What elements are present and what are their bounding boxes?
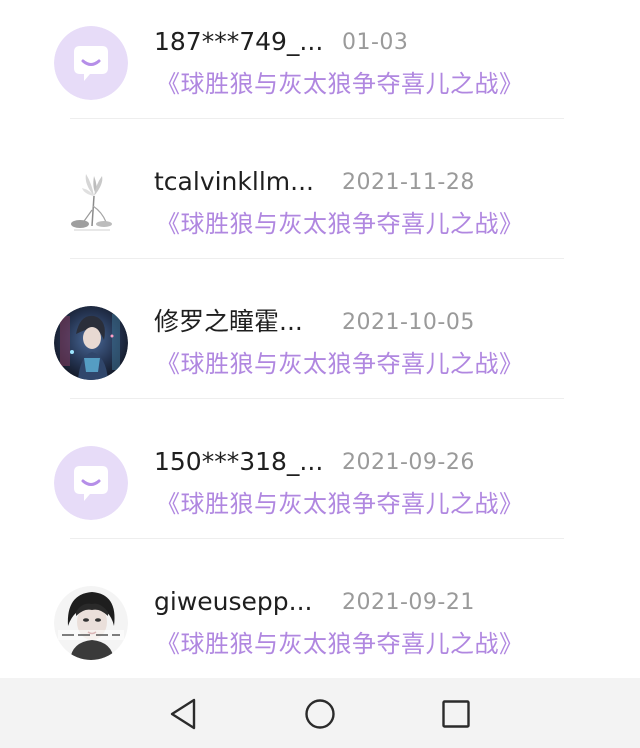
- list-item[interactable]: 187***749_... 01-03 《球胜狼与灰太狼争夺喜儿之战》: [0, 0, 640, 140]
- list-item[interactable]: tcalvinkllm... 2021-11-28 《球胜狼与灰太狼争夺喜儿之战…: [0, 140, 640, 280]
- comment-date: 2021-09-26: [342, 450, 475, 475]
- back-button[interactable]: [161, 692, 205, 736]
- avatar[interactable]: [54, 586, 128, 660]
- divider: [70, 398, 564, 399]
- commenter-name[interactable]: giweusepp...: [154, 586, 324, 618]
- home-button[interactable]: [298, 692, 342, 736]
- lotus-flower-avatar-icon: [54, 166, 128, 240]
- recents-button[interactable]: [434, 692, 478, 736]
- work-title-link[interactable]: 《球胜狼与灰太狼争夺喜儿之战》: [156, 66, 524, 102]
- comment-date: 01-03: [342, 30, 409, 55]
- list-item[interactable]: giweusepp... 2021-09-21 《球胜狼与灰太狼争夺喜儿之战》: [0, 560, 640, 678]
- default-chat-bubble-avatar-icon: [54, 26, 128, 100]
- comment-list-screen: 187***749_... 01-03 《球胜狼与灰太狼争夺喜儿之战》 tcal…: [0, 0, 640, 748]
- list-item[interactable]: 修罗之瞳霍... 2021-10-05 《球胜狼与灰太狼争夺喜儿之战》: [0, 280, 640, 420]
- commenter-name[interactable]: tcalvinkllm...: [154, 166, 324, 198]
- commenter-name[interactable]: 修罗之瞳霍...: [154, 306, 324, 338]
- comment-list: 187***749_... 01-03 《球胜狼与灰太狼争夺喜儿之战》 tcal…: [0, 0, 640, 678]
- portrait-photo-avatar-icon: [54, 586, 128, 660]
- comment-date: 2021-09-21: [342, 590, 475, 615]
- work-title-link[interactable]: 《球胜狼与灰太狼争夺喜儿之战》: [156, 346, 524, 382]
- home-circle-icon: [305, 699, 335, 729]
- comment-date: 2021-11-28: [342, 170, 475, 195]
- divider: [70, 258, 564, 259]
- work-title-link[interactable]: 《球胜狼与灰太狼争夺喜儿之战》: [156, 486, 524, 522]
- anime-character-avatar-icon: [54, 306, 128, 380]
- avatar[interactable]: [54, 446, 128, 520]
- work-title-link[interactable]: 《球胜狼与灰太狼争夺喜儿之战》: [156, 206, 524, 242]
- list-item[interactable]: 150***318_... 2021-09-26 《球胜狼与灰太狼争夺喜儿之战》: [0, 420, 640, 560]
- avatar[interactable]: [54, 166, 128, 240]
- back-triangle-icon: [170, 698, 196, 730]
- avatar[interactable]: [54, 26, 128, 100]
- commenter-name[interactable]: 187***749_...: [154, 26, 324, 58]
- avatar[interactable]: [54, 306, 128, 380]
- recents-square-icon: [442, 700, 470, 728]
- comment-date: 2021-10-05: [342, 310, 475, 335]
- work-title-link[interactable]: 《球胜狼与灰太狼争夺喜儿之战》: [156, 626, 524, 662]
- commenter-name[interactable]: 150***318_...: [154, 446, 324, 478]
- default-chat-bubble-avatar-icon: [54, 446, 128, 520]
- system-navigation-bar: [0, 678, 640, 748]
- divider: [70, 538, 564, 539]
- divider: [70, 118, 564, 119]
